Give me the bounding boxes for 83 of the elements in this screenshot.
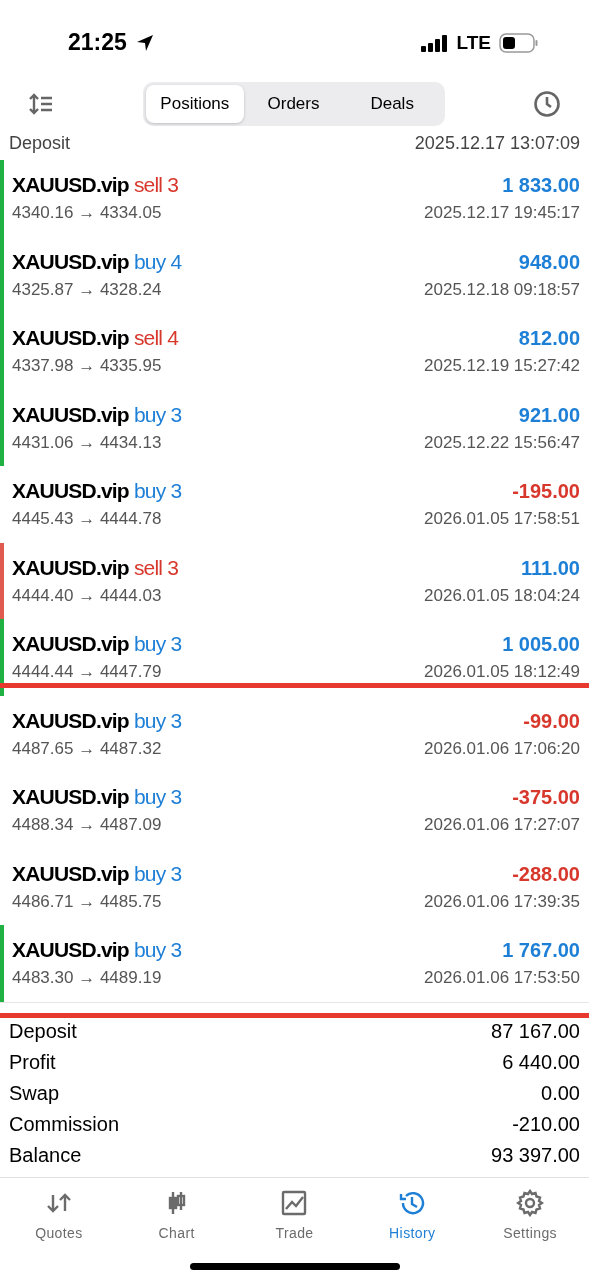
deal-time: 2026.01.05 18:12:49 <box>424 662 580 683</box>
deal-title: XAUUSD.vip buy 3 <box>12 938 182 963</box>
deal-prices: 4431.06 → 4434.13 <box>12 432 162 453</box>
deal-title: XAUUSD.vip buy 3 <box>12 632 182 657</box>
tab-bar-item[interactable]: History <box>353 1187 472 1250</box>
deal-profit: 1 767.00 <box>502 939 580 963</box>
deal-row[interactable]: XAUUSD.vip buy 3 -99.00 4487.65 → 4487.32 2026.01.06 17:06:20 <box>0 695 589 772</box>
segment-tab[interactable]: Orders <box>244 85 343 123</box>
deal-prices: 4444.40 → 4444.03 <box>12 585 162 606</box>
deal-profit: 111.00 <box>521 556 580 580</box>
summary-label: Profit <box>9 1050 56 1074</box>
deal-title: XAUUSD.vip sell 4 <box>12 326 179 351</box>
deal-time: 2025.12.17 19:45:17 <box>424 203 580 224</box>
deal-prices: 4483.30 → 4489.19 <box>12 968 162 989</box>
deal-time: 2025.12.18 09:18:57 <box>424 279 580 300</box>
deal-row[interactable]: XAUUSD.vip sell 3 1 833.00 4340.16 → 4334.05 2025.12.17 19:45:17 <box>0 160 589 237</box>
segment-tab[interactable]: Positions <box>145 85 245 123</box>
deal-title: XAUUSD.vip buy 3 <box>12 785 182 810</box>
tab-bar-item[interactable]: Chart <box>117 1187 236 1250</box>
deal-prices: 4444.44 → 4447.79 <box>12 662 162 683</box>
deal-row[interactable]: XAUUSD.vip buy 3 -375.00 4488.34 → 4487.09 2026.01.06 17:27:07 <box>0 772 589 849</box>
deal-prices: 4325.87 → 4328.24 <box>12 279 162 300</box>
deal-row[interactable]: XAUUSD.vip buy 3 -195.00 4445.43 → 4444.78 2026.01.05 17:58:51 <box>0 466 589 543</box>
line-chart-icon <box>280 1188 309 1217</box>
deal-time: 2026.01.05 17:58:51 <box>424 509 580 530</box>
deal-time: 2026.01.06 17:53:50 <box>424 968 580 989</box>
segment-tab[interactable]: Deals <box>342 85 442 123</box>
sort-icon[interactable] <box>28 93 54 115</box>
deal-profit: -99.00 <box>523 709 580 733</box>
deal-title: XAUUSD.vip buy 3 <box>12 861 182 886</box>
summary-value: 87 167.00 <box>491 1019 580 1043</box>
deal-time: 2026.01.06 17:39:35 <box>424 891 580 912</box>
summary-label: Deposit <box>9 1019 77 1043</box>
deal-time: 2025.12.22 15:56:47 <box>424 432 580 453</box>
deal-prices: 4337.98 → 4335.95 <box>12 356 162 377</box>
deal-profit: 921.00 <box>518 403 580 427</box>
deal-prices: 4488.34 → 4487.09 <box>12 815 162 836</box>
deal-title: XAUUSD.vip sell 3 <box>12 555 179 580</box>
summary-label: Commission <box>9 1112 120 1136</box>
summary-label: Balance <box>9 1143 82 1167</box>
deal-row[interactable]: XAUUSD.vip buy 3 921.00 4431.06 → 4434.13 2025.12.22 15:56:47 <box>0 389 589 466</box>
summary-value: 6 440.00 <box>502 1050 580 1074</box>
deal-profit: -195.00 <box>512 480 580 504</box>
deal-row[interactable]: XAUUSD.vip buy 4 948.00 4325.87 → 4328.24 2025.12.18 09:18:57 <box>0 236 589 313</box>
deal-profit: 812.00 <box>518 327 580 351</box>
deal-profit: 948.00 <box>518 250 580 274</box>
deal-prices: 4487.65 → 4487.32 <box>12 738 162 759</box>
deal-profit: -375.00 <box>512 786 580 810</box>
deal-title: XAUUSD.vip buy 3 <box>12 402 182 427</box>
battery-icon <box>499 32 539 53</box>
clock-time: 21:25 <box>68 29 127 56</box>
deal-row[interactable]: XAUUSD.vip buy 3 1 767.00 4483.30 → 4489.19 2026.01.06 17:53:50 <box>0 925 589 1002</box>
deal-row[interactable]: XAUUSD.vip sell 4 812.00 4337.98 → 4335.95 2025.12.19 15:27:42 <box>0 313 589 390</box>
network-label: LTE <box>456 31 491 54</box>
deal-profit: -288.00 <box>512 862 580 886</box>
row-label: Deposit <box>9 133 71 153</box>
summary-value: -210.00 <box>512 1112 580 1136</box>
deal-title: XAUUSD.vip buy 3 <box>12 479 182 504</box>
tab-bar-item[interactable]: Quotes <box>0 1187 118 1250</box>
deal-time: 2025.12.17 13:07:09 <box>414 133 580 153</box>
tab-bar-item[interactable]: Trade <box>235 1187 354 1250</box>
deal-profit: 1 833.00 <box>502 174 580 198</box>
deal-time: 2025.12.19 15:27:42 <box>424 356 580 377</box>
deal-time: 2026.01.06 17:27:07 <box>424 815 580 836</box>
deal-row[interactable]: XAUUSD.vip buy 3 -288.00 4486.71 → 4485.75 2026.01.06 17:39:35 <box>0 848 589 925</box>
deal-row[interactable]: XAUUSD.vip sell 3 111.00 4444.40 → 4444.03 2026.01.05 18:04:24 <box>0 542 589 619</box>
deal-title: XAUUSD.vip buy 4 <box>12 249 182 274</box>
summary-value: 93 397.00 <box>491 1143 580 1167</box>
deal-title: XAUUSD.vip sell 3 <box>12 173 179 198</box>
summary-value: 0.00 <box>541 1081 580 1105</box>
signal-icon <box>420 33 449 52</box>
deal-time: 2026.01.06 17:06:20 <box>424 738 580 759</box>
clock-icon[interactable] <box>533 90 561 118</box>
summary-label: Swap <box>9 1081 60 1105</box>
deal-time: 2026.01.05 18:04:24 <box>424 585 580 606</box>
deal-title: XAUUSD.vip buy 3 <box>12 708 182 733</box>
settings-icon <box>516 1188 545 1217</box>
deal-prices: 4445.43 → 4444.78 <box>12 509 162 530</box>
tab-bar-item[interactable]: Settings <box>471 1187 589 1250</box>
deal-profit: 1 005.00 <box>502 633 580 657</box>
deal-prices: 4340.16 → 4334.05 <box>12 203 162 224</box>
deal-row[interactable]: XAUUSD.vip buy 3 1 005.00 4444.44 → 4447.79 2026.01.05 18:12:49 <box>0 619 589 696</box>
deal-prices: 4486.71 → 4485.75 <box>12 891 162 912</box>
